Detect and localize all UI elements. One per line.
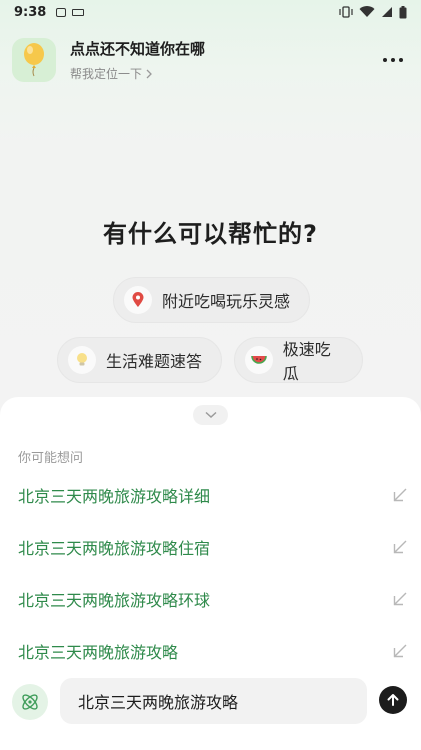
collapse-sheet-button[interactable] — [193, 405, 228, 425]
chip-fast-gossip[interactable]: 极速吃瓜 — [234, 337, 363, 383]
chip-label: 附近吃喝玩乐灵感 — [162, 292, 291, 311]
chip-label: 极速吃瓜 — [282, 340, 331, 383]
fill-arrow-icon[interactable] — [392, 591, 408, 607]
send-button[interactable] — [379, 686, 407, 714]
chevron-down-icon — [204, 411, 217, 419]
suggestion-item[interactable]: 北京三天两晚旅游攻略 详细 — [18, 480, 408, 510]
locate-link[interactable]: 帮我定位一下 — [70, 65, 205, 82]
battery-icon — [399, 5, 407, 18]
suggestions-heading: 你可能想问 — [18, 451, 84, 466]
chip-nearby-ideas[interactable]: 附近吃喝玩乐灵感 — [113, 277, 310, 323]
suggestion-rest-text: 详细 — [178, 487, 211, 506]
keyboard-icon — [72, 8, 85, 16]
header-title: 点点还不知道你在哪 — [70, 40, 206, 58]
lightbulb-icon — [68, 346, 96, 374]
more-dot-icon — [399, 58, 403, 62]
suggestion-match-text: 北京三天两晚旅游攻略 — [18, 643, 179, 662]
more-dot-icon — [383, 58, 387, 62]
suggestion-item[interactable]: 北京三天两晚旅游攻略 住宿 — [18, 532, 408, 562]
fill-arrow-icon[interactable] — [392, 643, 408, 659]
atom-icon — [22, 694, 38, 710]
fill-arrow-icon[interactable] — [392, 487, 408, 503]
page-title: 有什么可以帮忙的? — [103, 220, 318, 248]
watermelon-icon — [245, 346, 273, 374]
more-options-button[interactable] — [377, 44, 409, 76]
balloon-icon — [24, 43, 44, 77]
suggestion-match-text: 北京三天两晚旅游攻略 — [18, 487, 179, 506]
status-bar: 9:38 — [0, 0, 421, 24]
suggestion-match-text: 北京三天两晚旅游攻略 — [18, 591, 179, 610]
signal-icon — [382, 7, 392, 17]
suggestion-rest-text: 住宿 — [178, 539, 211, 558]
suggestion-rest-text: 环球 — [178, 591, 211, 610]
chip-label: 生活难题速答 — [106, 352, 203, 371]
wifi-icon — [359, 6, 375, 18]
suggestion-match-text: 北京三天两晚旅游攻略 — [18, 539, 179, 558]
message-input-value: 北京三天两晚旅游攻略 — [78, 693, 239, 712]
bot-avatar-button[interactable] — [12, 684, 48, 720]
status-time: 9:38 — [14, 4, 47, 20]
locate-link-label: 帮我定位一下 — [70, 67, 143, 81]
input-bar: 北京三天两晚旅游攻略 — [0, 672, 421, 732]
location-pin-icon — [124, 286, 152, 314]
chip-life-answers[interactable]: 生活难题速答 — [57, 337, 222, 383]
assistant-avatar[interactable] — [12, 38, 56, 82]
message-input[interactable]: 北京三天两晚旅游攻略 — [60, 678, 367, 724]
suggestion-item[interactable]: 北京三天两晚旅游攻略 环球 — [18, 584, 408, 614]
assistant-header: 点点还不知道你在哪 帮我定位一下 — [12, 36, 409, 84]
fill-arrow-icon[interactable] — [392, 539, 408, 555]
vibrate-icon — [339, 6, 353, 18]
more-dot-icon — [391, 58, 395, 62]
suggestion-item[interactable]: 北京三天两晚旅游攻略 — [18, 636, 408, 666]
arrow-up-icon — [387, 694, 399, 706]
chevron-right-icon — [146, 69, 152, 78]
notification-a-icon — [56, 7, 67, 17]
